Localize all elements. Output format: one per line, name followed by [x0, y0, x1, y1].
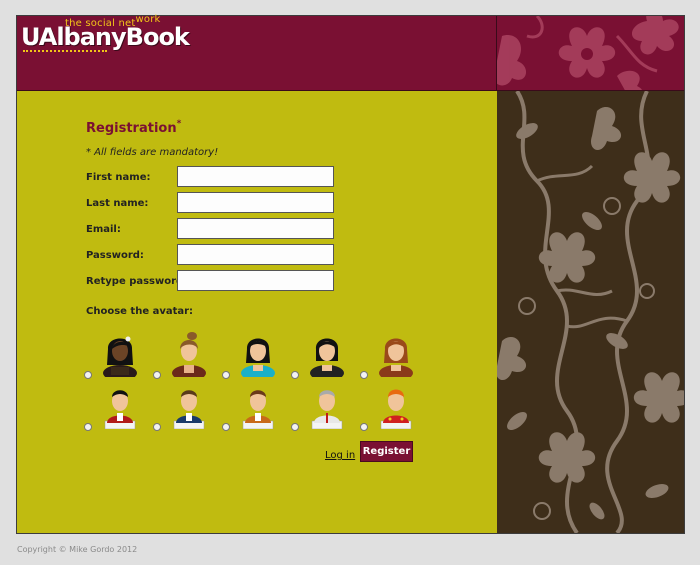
- avatar-woman-teal-top-icon[interactable]: [237, 331, 279, 377]
- avatar-woman-auburn-icon[interactable]: [375, 331, 417, 377]
- register-button[interactable]: Register: [360, 441, 413, 462]
- avatar-woman-ponytail-icon[interactable]: [168, 331, 210, 377]
- email-field[interactable]: [177, 218, 334, 239]
- avatar-radio-1[interactable]: [84, 371, 92, 379]
- email-label: Email:: [86, 224, 121, 235]
- form-title-marker: *: [176, 119, 182, 129]
- mandatory-note: * All fields are mandatory!: [86, 147, 219, 158]
- logo-wordmark: UAlbanyBook: [21, 23, 190, 51]
- form-title-text: Registration: [86, 121, 177, 136]
- password-label: Password:: [86, 250, 144, 261]
- avatar-man-red-suit-icon[interactable]: [99, 383, 141, 429]
- avatar-radio-6[interactable]: [84, 423, 92, 431]
- avatar-radio-5[interactable]: [360, 371, 368, 379]
- floral-decoration-top: [497, 16, 684, 91]
- logo-dotted-underline: [23, 50, 107, 52]
- retype-password-label: Retype password:: [86, 276, 188, 287]
- floral-pattern-side-icon: [497, 91, 684, 533]
- password-field[interactable]: [177, 244, 334, 265]
- avatar-radio-2[interactable]: [153, 371, 161, 379]
- last-name-label: Last name:: [86, 198, 149, 209]
- avatar-radio-9[interactable]: [291, 423, 299, 431]
- header: the social network UAlbanyBook: [17, 14, 497, 91]
- avatar-radio-7[interactable]: [153, 423, 161, 431]
- avatar-man-blue-suit-icon[interactable]: [168, 383, 210, 429]
- form-title: Registration*: [86, 119, 182, 136]
- last-name-field[interactable]: [177, 192, 334, 213]
- floral-pattern-top-icon: [497, 16, 679, 90]
- avatar-radio-8[interactable]: [222, 423, 230, 431]
- page-frame: the social network UAlbanyBook Registrat…: [16, 14, 685, 534]
- avatar-radio-3[interactable]: [222, 371, 230, 379]
- avatar-woman-dark-skin-icon[interactable]: [99, 331, 141, 377]
- footer-copyright: Copyright © Mike Gordo 2012: [17, 545, 138, 554]
- avatar-prompt: Choose the avatar:: [86, 306, 194, 317]
- avatar-man-red-hair-icon[interactable]: [375, 383, 417, 429]
- login-link[interactable]: Log in: [325, 450, 355, 461]
- floral-decoration-side: [497, 91, 684, 533]
- first-name-label: First name:: [86, 172, 151, 183]
- avatar-woman-black-hair-icon[interactable]: [306, 331, 348, 377]
- first-name-field[interactable]: [177, 166, 334, 187]
- retype-password-field[interactable]: [177, 270, 334, 291]
- registration-form: Registration* * All fields are mandatory…: [17, 91, 497, 533]
- avatar-radio-10[interactable]: [360, 423, 368, 431]
- avatar-man-orange-vest-icon[interactable]: [237, 383, 279, 429]
- avatar-radio-4[interactable]: [291, 371, 299, 379]
- avatar-man-gray-hair-icon[interactable]: [306, 383, 348, 429]
